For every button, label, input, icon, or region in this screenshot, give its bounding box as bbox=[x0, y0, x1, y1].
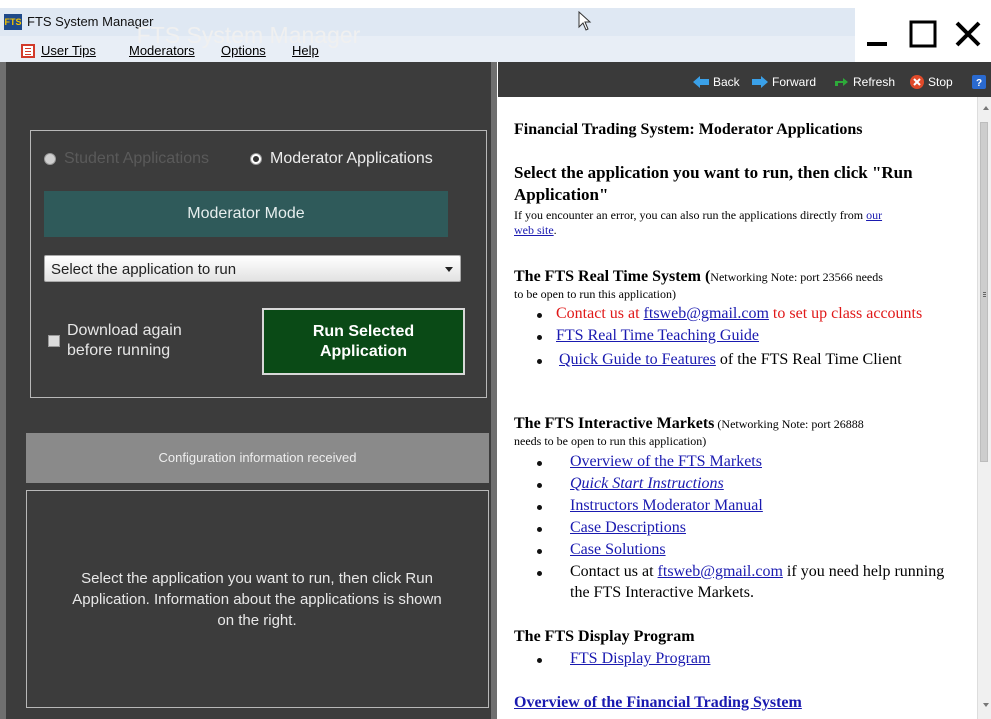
im-contact-post: if you need help running bbox=[782, 563, 945, 580]
back-label: Back bbox=[713, 75, 740, 89]
interactive-markets-title: The FTS Interactive Markets bbox=[514, 415, 715, 432]
download-again-checkbox[interactable] bbox=[48, 335, 60, 347]
close-button[interactable] bbox=[945, 8, 990, 60]
bullet-icon bbox=[537, 571, 542, 576]
application-select[interactable]: Select the application to run bbox=[44, 255, 461, 282]
back-arrow-icon bbox=[693, 76, 709, 88]
help-icon: ? bbox=[972, 75, 986, 89]
bullet-icon bbox=[537, 313, 542, 318]
radio-moderator-applications[interactable]: Moderator Applications bbox=[250, 150, 433, 168]
refresh-button[interactable]: Refresh bbox=[833, 75, 895, 89]
real-time-paren: ( bbox=[700, 268, 711, 285]
run-selected-application-button[interactable]: Run Selected Application bbox=[262, 308, 465, 375]
refresh-label: Refresh bbox=[853, 75, 896, 89]
radio-moderator-label: Moderator Applications bbox=[270, 150, 433, 167]
run-button-line1: Run Selected bbox=[312, 323, 415, 340]
select-value: Select the application to run bbox=[51, 261, 237, 278]
im-contact-email-link[interactable]: ftsweb@gmail.com bbox=[658, 563, 783, 580]
bullet-icon bbox=[537, 527, 542, 532]
minimize-button[interactable] bbox=[855, 8, 900, 60]
im-contact-line2: the FTS Interactive Markets. bbox=[570, 584, 754, 601]
mouse-cursor-icon bbox=[578, 11, 592, 31]
interactive-markets-note-line2: needs to be open to run this application… bbox=[514, 434, 707, 448]
im-link-quick-start[interactable]: Quick Start Instructions bbox=[570, 475, 724, 493]
maximize-button[interactable] bbox=[900, 8, 945, 60]
dropdown-arrow-icon bbox=[445, 267, 453, 272]
svg-text:?: ? bbox=[976, 78, 982, 89]
checkbox-label-line2: before running bbox=[67, 342, 171, 359]
bullet-icon bbox=[537, 483, 542, 488]
help-button[interactable]: ? bbox=[972, 75, 986, 89]
close-icon bbox=[955, 21, 980, 47]
real-time-heading: The FTS Real Time System (Networking Not… bbox=[514, 268, 883, 286]
real-time-title: The FTS Real Time System bbox=[514, 268, 701, 285]
bullet-icon bbox=[537, 658, 542, 663]
interactive-markets-note: (Networking Note: port 26888 bbox=[714, 417, 864, 431]
bullet-icon bbox=[537, 335, 542, 340]
bullet-icon bbox=[537, 359, 542, 364]
info-line1: Select the application you want to run, … bbox=[81, 570, 433, 587]
select-instruction-line1: Select the application you want to run, … bbox=[514, 163, 913, 182]
error-note-period: . bbox=[553, 223, 557, 237]
back-button[interactable]: Back bbox=[693, 75, 740, 89]
bullet-icon bbox=[537, 461, 542, 466]
interactive-markets-heading: The FTS Interactive Markets (Networking … bbox=[514, 415, 864, 433]
rt-contact-post: to set up class accounts bbox=[768, 305, 923, 322]
forward-button[interactable]: Forward bbox=[752, 75, 816, 89]
top-gap bbox=[0, 0, 991, 8]
info-text: Select the application you want to run, … bbox=[34, 568, 480, 631]
info-line3: on the right. bbox=[217, 612, 297, 629]
scroll-up-arrow-icon[interactable] bbox=[983, 106, 989, 110]
im-link-case-solutions[interactable]: Case Solutions bbox=[570, 541, 666, 559]
rt-contact-email-link[interactable]: ftsweb@gmail.com bbox=[644, 305, 769, 322]
real-time-note-line2: to be open to run this application) bbox=[514, 287, 676, 301]
rt-quick-guide-link[interactable]: Quick Guide to Features bbox=[559, 351, 716, 368]
im-contact-pre: Contact us at bbox=[570, 563, 658, 580]
error-note-text: If you encounter an error, you can also … bbox=[514, 208, 864, 222]
bullet-icon bbox=[537, 549, 542, 554]
scroll-grip-icon bbox=[983, 292, 986, 293]
refresh-icon bbox=[835, 78, 848, 86]
download-again-label: Download again before running bbox=[67, 321, 227, 361]
bullet-icon bbox=[537, 505, 542, 510]
im-contact-item: Contact us at ftsweb@gmail.com if you ne… bbox=[570, 563, 944, 581]
radio-student-label: Student Applications bbox=[64, 150, 209, 167]
rt-teaching-guide-link[interactable]: FTS Real Time Teaching Guide bbox=[556, 327, 759, 345]
browser-content: Financial Trading System: Moderator Appl… bbox=[500, 97, 977, 719]
im-link-moderator-manual[interactable]: Instructors Moderator Manual bbox=[570, 497, 763, 515]
forward-label: Forward bbox=[772, 75, 817, 89]
im-link-case-descriptions[interactable]: Case Descriptions bbox=[570, 519, 686, 537]
checkbox-label-line1: Download again bbox=[67, 322, 182, 339]
radio-unselected-icon bbox=[44, 153, 56, 165]
mode-banner: Moderator Mode bbox=[44, 191, 448, 237]
our-web-site-link-part1[interactable]: our bbox=[866, 208, 882, 222]
rt-quick-guide-post: of the FTS Real Time Client bbox=[715, 351, 902, 368]
content-heading: Financial Trading System: Moderator Appl… bbox=[514, 121, 863, 138]
minimize-icon bbox=[866, 42, 887, 46]
real-time-note: Networking Note: port 23566 needs bbox=[710, 270, 883, 284]
display-program-heading: The FTS Display Program bbox=[514, 628, 695, 645]
stop-icon bbox=[910, 75, 924, 89]
stop-button[interactable]: Stop bbox=[910, 75, 953, 89]
display-program-link[interactable]: FTS Display Program bbox=[570, 650, 710, 668]
forward-arrow-icon bbox=[752, 76, 768, 88]
overview-fts-link[interactable]: Overview of the Financial Trading System bbox=[514, 694, 802, 712]
stop-label: Stop bbox=[928, 75, 953, 89]
error-note-line2: web site. bbox=[514, 223, 557, 238]
maximize-icon bbox=[909, 20, 936, 48]
panel-title: FTS System Manager bbox=[136, 22, 361, 48]
info-line2: Application. Information about the appli… bbox=[72, 591, 442, 608]
radio-selected-icon bbox=[250, 153, 262, 165]
rt-contact-item: Contact us at ftsweb@gmail.com to set up… bbox=[556, 305, 922, 323]
configuration-status: Configuration information received bbox=[26, 433, 489, 483]
scroll-down-arrow-icon[interactable] bbox=[983, 703, 989, 707]
error-note-line1: If you encounter an error, you can also … bbox=[514, 208, 882, 223]
our-web-site-link-part2[interactable]: web site bbox=[514, 223, 554, 237]
select-instruction-line2: Application" bbox=[514, 185, 609, 204]
run-button-line2: Application bbox=[319, 343, 408, 360]
rt-quick-guide-item: Quick Guide to Features of the FTS Real … bbox=[559, 351, 902, 369]
rt-contact-pre: Contact us at bbox=[556, 305, 644, 322]
im-link-overview[interactable]: Overview of the FTS Markets bbox=[570, 453, 762, 471]
radio-student-applications[interactable]: Student Applications bbox=[44, 150, 209, 168]
